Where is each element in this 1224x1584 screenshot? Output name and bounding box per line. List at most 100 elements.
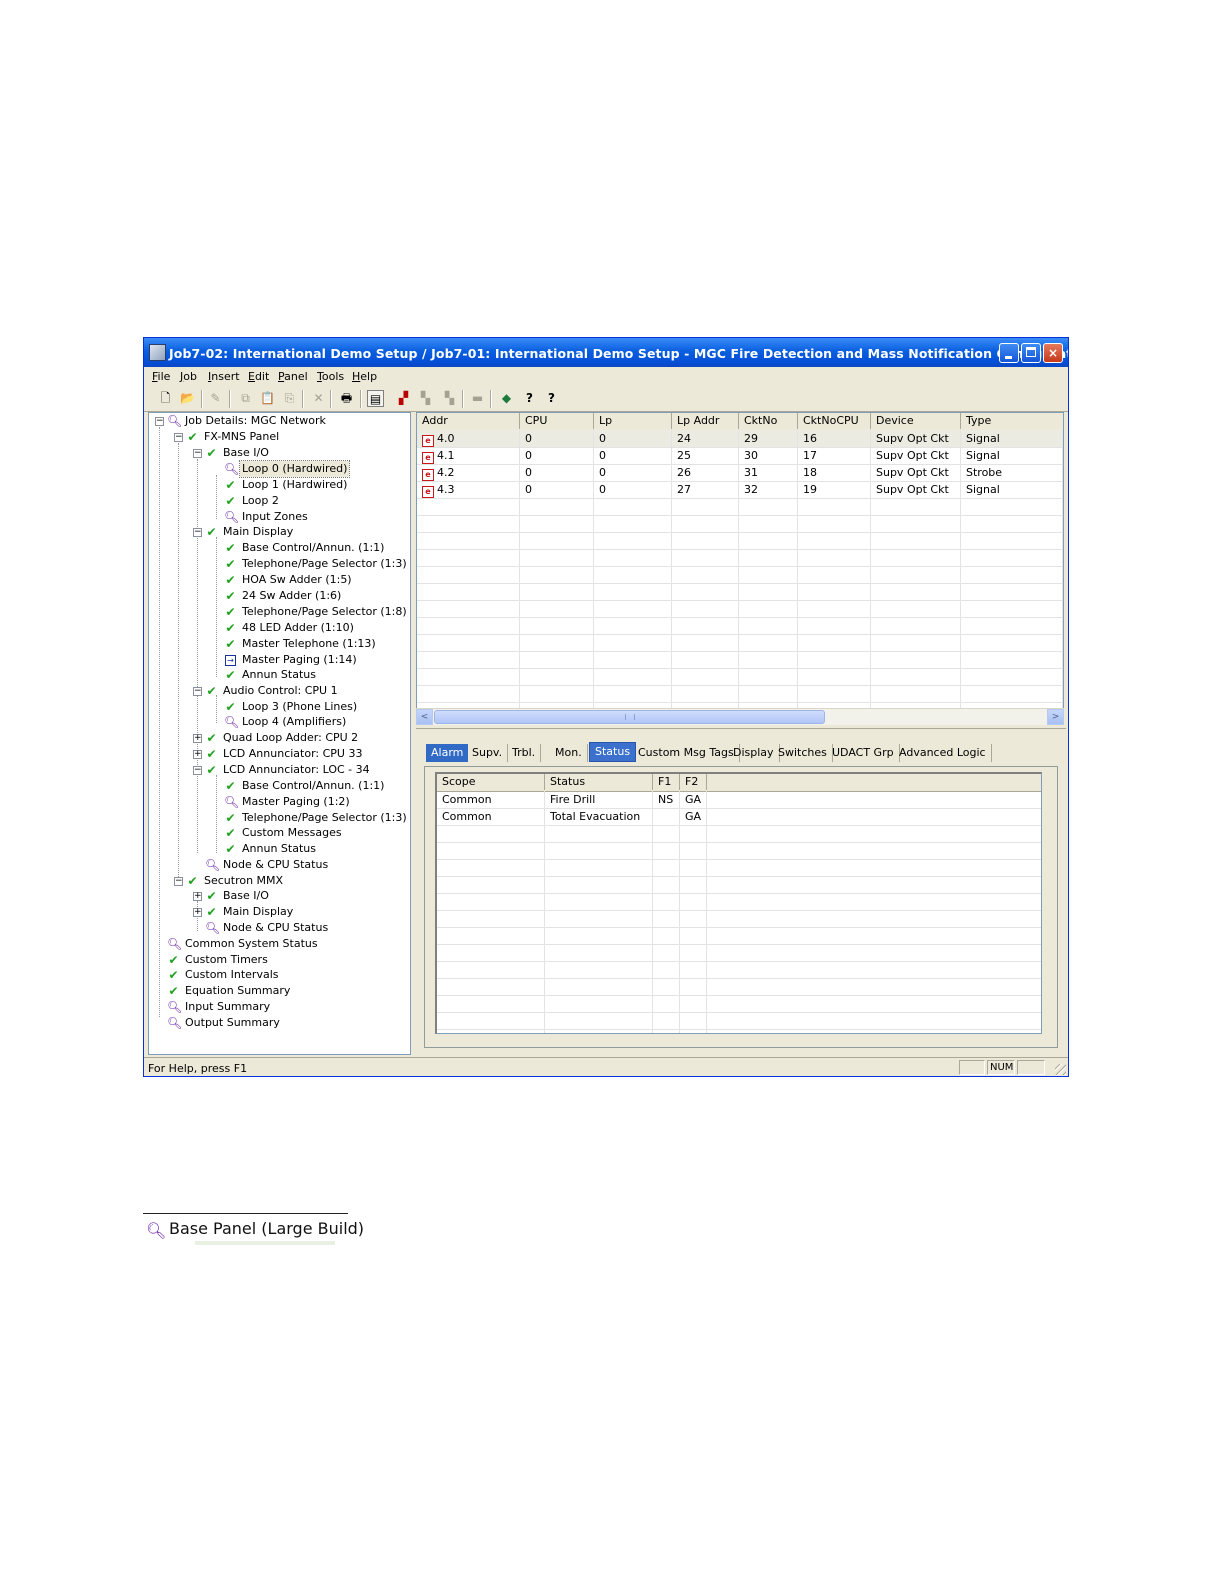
table-row[interactable]: [417, 549, 1063, 567]
table-row[interactable]: [417, 634, 1063, 652]
maximize-button[interactable]: [1021, 343, 1041, 363]
tree-node-hoa-sw-adder[interactable]: ✔ HOA Sw Adder (1:5): [149, 572, 409, 588]
network-connect-icon[interactable]: ▞: [395, 390, 412, 407]
whats-this-help-icon[interactable]: ?: [543, 390, 560, 407]
table-row[interactable]: [437, 995, 1041, 1013]
tree-node-equation-summary[interactable]: ✔ Equation Summary: [149, 983, 409, 999]
tree-node-lcd-annunciator-cpu33[interactable]: + ✔ LCD Annunciator: CPU 33: [149, 746, 409, 762]
table-row[interactable]: [417, 498, 1063, 516]
tree-node-annun-status[interactable]: ✔ Annun Status: [149, 667, 409, 683]
collapse-icon[interactable]: −: [193, 766, 202, 775]
tree-node-master-telephone[interactable]: ✔ Master Telephone (1:13): [149, 636, 409, 652]
menu-job[interactable]: Job: [180, 370, 197, 383]
table-row[interactable]: [437, 978, 1041, 996]
table-row[interactable]: e 4.3 0 0 27 32 19 Supv Opt Ckt Signal: [417, 481, 1063, 499]
tree-node-quad-loop-adder[interactable]: + ✔ Quad Loop Adder: CPU 2: [149, 730, 409, 746]
help-icon[interactable]: ?: [521, 390, 538, 407]
tab-advanced-logic[interactable]: Advanced Logic: [894, 744, 992, 762]
new-file-icon[interactable]: 🗋: [157, 390, 174, 407]
table-row[interactable]: [437, 893, 1041, 911]
menu-panel[interactable]: Panel: [278, 370, 308, 383]
tree-node-job-details[interactable]: − 🔍︎ Job Details: MGC Network: [149, 413, 409, 429]
open-folder-icon[interactable]: 📂: [179, 390, 196, 407]
tree-node-loop-1[interactable]: ✔ Loop 1 (Hardwired): [149, 477, 409, 493]
paste-icon[interactable]: 📋: [259, 390, 276, 407]
network-download-icon[interactable]: ▚: [441, 390, 458, 407]
tree-node-output-summary[interactable]: 🔍︎ Output Summary: [149, 1015, 409, 1031]
table-row[interactable]: [437, 842, 1041, 860]
scroll-right-button[interactable]: >: [1047, 709, 1064, 725]
tree-node-fx-mns-panel[interactable]: − ✔ FX-MNS Panel: [149, 429, 409, 445]
menu-file[interactable]: File: [152, 370, 170, 383]
tree-node-custom-timers[interactable]: ✔ Custom Timers: [149, 952, 409, 968]
column-header-status[interactable]: Status: [545, 774, 653, 790]
table-row[interactable]: [437, 876, 1041, 894]
collapse-icon[interactable]: −: [155, 417, 164, 426]
table-row[interactable]: [417, 668, 1063, 686]
expand-icon[interactable]: +: [193, 892, 202, 901]
tree-node-custom-messages[interactable]: ✔ Custom Messages: [149, 825, 409, 841]
tree-node-master-paging-2[interactable]: 🔍︎ Master Paging (1:2): [149, 794, 409, 810]
tab-switches[interactable]: Switches: [773, 744, 833, 762]
device-grid-horizontal-scrollbar[interactable]: < >: [416, 708, 1064, 725]
table-row[interactable]: [437, 859, 1041, 877]
column-header-cktnocpu[interactable]: CktNoCPU: [798, 413, 871, 429]
resize-grip[interactable]: [1055, 1064, 1066, 1075]
expand-icon[interactable]: +: [193, 908, 202, 917]
tree-node-base-control[interactable]: ✔ Base Control/Annun. (1:1): [149, 540, 409, 556]
tree-node-node-cpu-status[interactable]: 🔍︎ Node & CPU Status: [149, 857, 409, 873]
table-row[interactable]: [437, 1012, 1041, 1030]
collapse-icon[interactable]: −: [174, 877, 183, 886]
tree-node-annun-status-2[interactable]: ✔ Annun Status: [149, 841, 409, 857]
tree-node-loop-4[interactable]: 🔍︎ Loop 4 (Amplifiers): [149, 714, 409, 730]
copy-icon[interactable]: ⧉: [237, 390, 254, 407]
table-row[interactable]: Common Total Evacuation GA: [437, 808, 1041, 826]
menu-insert[interactable]: Insert: [208, 370, 240, 383]
collapse-icon[interactable]: −: [174, 433, 183, 442]
tab-trbl[interactable]: Trbl.: [507, 744, 542, 762]
tree-node-master-paging[interactable]: → Master Paging (1:14): [149, 652, 409, 668]
column-header-scope[interactable]: Scope: [437, 774, 545, 790]
tree-node-loop-0[interactable]: 🔍︎ Loop 0 (Hardwired): [149, 460, 409, 478]
table-row[interactable]: [417, 566, 1063, 584]
tree-node-common-system-status[interactable]: 🔍︎ Common System Status: [149, 936, 409, 952]
tab-status[interactable]: Status: [589, 742, 637, 762]
table-row[interactable]: [437, 910, 1041, 928]
tree-node-base-io[interactable]: − ✔ Base I/O: [149, 445, 409, 461]
title-bar[interactable]: Job7-02: International Demo Setup / Job7…: [144, 338, 1068, 367]
network-upload-icon[interactable]: ▚: [417, 390, 434, 407]
table-row[interactable]: [417, 617, 1063, 635]
tab-display[interactable]: Display: [728, 744, 780, 762]
column-header-lp-addr[interactable]: Lp Addr: [672, 413, 739, 429]
column-header-device[interactable]: Device: [871, 413, 961, 429]
tab-mon[interactable]: Mon.: [550, 744, 588, 762]
tree-node-telephone-selector-3[interactable]: ✔ Telephone/Page Selector (1:3): [149, 810, 409, 826]
tab-supv[interactable]: Supv.: [467, 744, 509, 762]
column-header-cpu[interactable]: CPU: [520, 413, 594, 429]
tree-node-node-cpu-status-2[interactable]: 🔍︎ Node & CPU Status: [149, 920, 409, 936]
table-row[interactable]: [417, 532, 1063, 550]
tree-node-telephone-selector-2[interactable]: ✔ Telephone/Page Selector (1:8): [149, 604, 409, 620]
globe-icon[interactable]: ◆: [498, 390, 515, 407]
tree-node-loop-3[interactable]: ✔ Loop 3 (Phone Lines): [149, 699, 409, 715]
menu-edit[interactable]: Edit: [248, 370, 269, 383]
tree-node-base-control-2[interactable]: ✔ Base Control/Annun. (1:1): [149, 778, 409, 794]
tree-node-base-io-2[interactable]: + ✔ Base I/O: [149, 888, 409, 904]
tab-custom-msg-tags[interactable]: Custom Msg Tags: [633, 744, 740, 762]
table-row[interactable]: e 4.0 0 0 24 29 16 Supv Opt Ckt Signal: [417, 430, 1063, 448]
scrollbar-thumb[interactable]: [434, 710, 825, 724]
table-row[interactable]: [437, 944, 1041, 962]
status-grid[interactable]: Scope Status F1 F2 Common Fire Drill NS GA C…: [435, 772, 1042, 1034]
table-row[interactable]: [417, 600, 1063, 618]
tab-alarm[interactable]: Alarm: [426, 744, 469, 762]
collapse-icon[interactable]: −: [193, 449, 202, 458]
collapse-icon[interactable]: −: [193, 528, 202, 537]
tree-node-loop-2[interactable]: ✔ Loop 2: [149, 493, 409, 509]
expand-icon[interactable]: +: [193, 750, 202, 759]
print-icon[interactable]: 🖶: [338, 390, 355, 407]
tree-node-input-zones[interactable]: 🔍︎ Input Zones: [149, 509, 409, 525]
table-row[interactable]: [437, 825, 1041, 843]
menu-help[interactable]: Help: [352, 370, 377, 383]
table-row[interactable]: [437, 927, 1041, 945]
minimize-button[interactable]: [999, 343, 1019, 363]
